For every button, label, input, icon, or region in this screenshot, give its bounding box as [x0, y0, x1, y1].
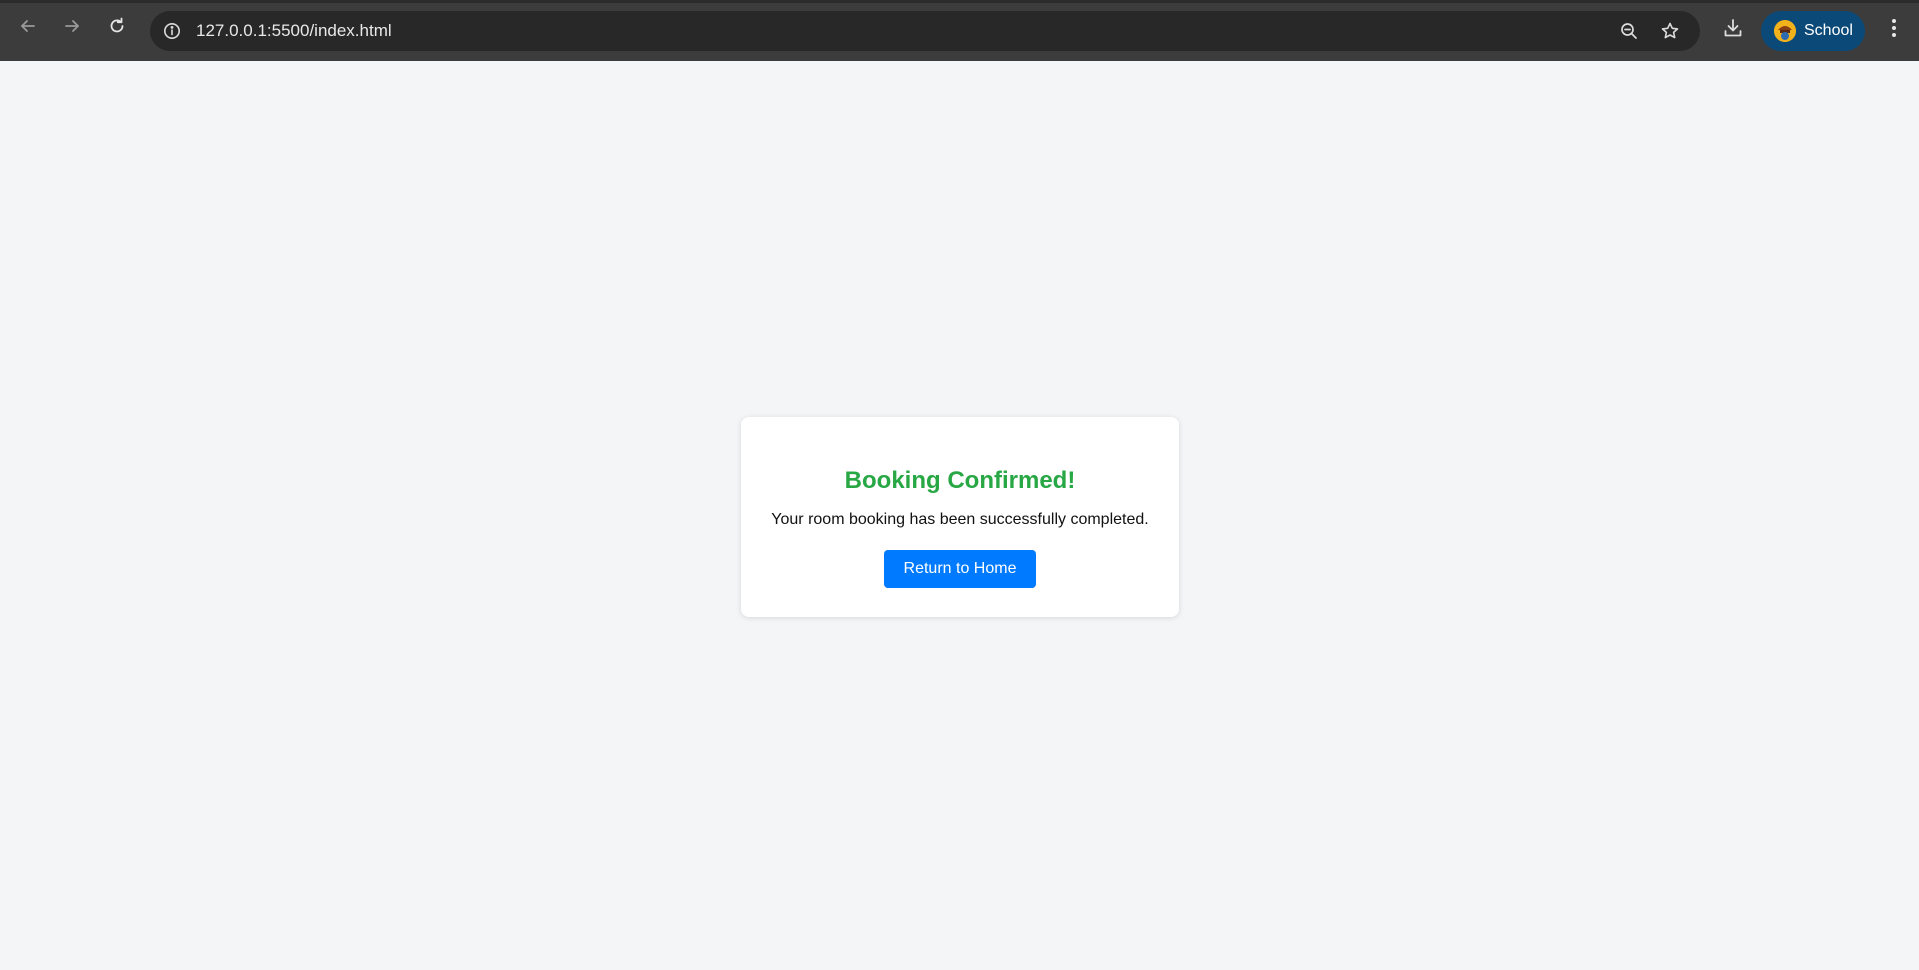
arrow-left-icon	[18, 16, 38, 41]
profile-name: School	[1804, 22, 1853, 39]
profile-button[interactable]: School	[1761, 11, 1865, 51]
forward-button[interactable]	[58, 14, 86, 42]
menu-button[interactable]	[1883, 17, 1905, 43]
return-home-button[interactable]: Return to Home	[884, 550, 1036, 588]
download-icon	[1722, 17, 1744, 44]
confirmation-message: Your room booking has been successfully …	[771, 511, 1149, 528]
reload-icon	[107, 16, 127, 41]
kebab-menu-icon	[1891, 18, 1897, 43]
confirmation-card: Booking Confirmed! Your room booking has…	[741, 417, 1179, 617]
browser-toolbar: 127.0.0.1:5500/index.html School	[0, 0, 1919, 61]
star-icon[interactable]	[1658, 19, 1682, 43]
avatar	[1774, 20, 1796, 42]
arrow-right-icon	[62, 16, 82, 41]
info-icon[interactable]	[160, 19, 184, 43]
zoom-out-icon[interactable]	[1617, 19, 1641, 43]
download-button[interactable]	[1720, 17, 1746, 43]
address-bar[interactable]: 127.0.0.1:5500/index.html	[150, 11, 1700, 51]
confirmation-title: Booking Confirmed!	[844, 467, 1076, 494]
tab-strip-edge	[0, 0, 1919, 3]
reload-button[interactable]	[103, 14, 131, 42]
url-text[interactable]: 127.0.0.1:5500/index.html	[196, 21, 392, 41]
back-button[interactable]	[14, 14, 42, 42]
